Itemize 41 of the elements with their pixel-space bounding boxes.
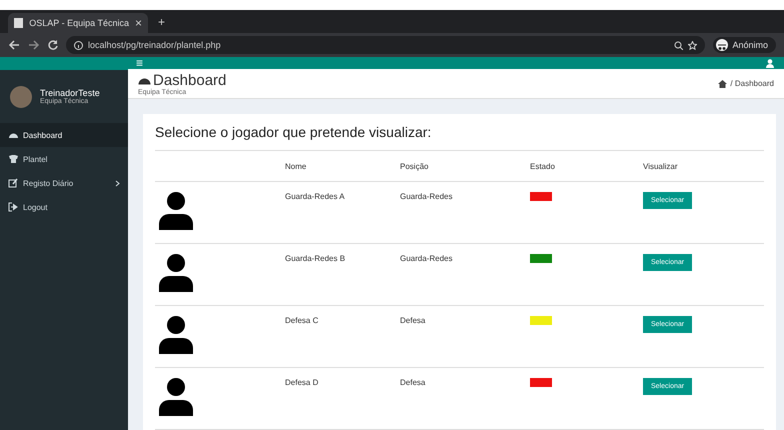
browser-tab[interactable]: OSLAP - Equipa Técnica ×: [8, 13, 148, 33]
table-cell: Defesa C: [285, 306, 400, 368]
home-icon: [718, 80, 728, 88]
logout-icon: [8, 202, 18, 212]
breadcrumb-link[interactable]: / Dashboard: [730, 79, 774, 88]
menu-toggle-button[interactable]: ≡: [136, 57, 144, 69]
page-title: Dashboard: [153, 72, 226, 88]
table-cell: Defesa D: [285, 368, 400, 430]
table-cell: Guarda-Redes: [400, 182, 530, 244]
column-header: Estado: [530, 151, 643, 182]
column-header: Nome: [285, 151, 400, 182]
sidebar-item[interactable]: Registo Diário: [0, 171, 128, 195]
table-cell: Defesa: [400, 306, 530, 368]
table-cell: Guarda-Redes: [400, 244, 530, 306]
incognito-icon: [716, 39, 728, 51]
sidebar-item[interactable]: Logout: [0, 195, 128, 219]
address-bar[interactable]: localhost/pg/treinador/plantel.php: [66, 36, 706, 54]
table-cell: Guarda-Redes B: [285, 244, 400, 306]
column-header: Visualizar: [643, 151, 764, 182]
card-title: Selecione o jogador que pretende visualizar:: [155, 124, 764, 151]
star-icon[interactable]: [688, 40, 698, 50]
sidebar-item[interactable]: Plantel: [0, 147, 128, 171]
user-name: TreinadorTeste: [40, 88, 100, 98]
forward-arrow-icon[interactable]: [28, 40, 40, 50]
info-icon: [74, 40, 83, 50]
favicon-icon: [14, 18, 24, 28]
tab-title: OSLAP - Equipa Técnica: [29, 18, 129, 28]
user-avatar: [10, 86, 32, 108]
shirt-icon: [8, 154, 18, 164]
column-header: Posição: [400, 151, 530, 182]
user-icon[interactable]: [766, 58, 774, 68]
zoom-icon[interactable]: [674, 40, 684, 50]
sidebar-item[interactable]: Dashboard: [0, 123, 128, 147]
new-tab-button[interactable]: +: [158, 14, 166, 28]
reload-icon[interactable]: [48, 40, 58, 50]
profile-button[interactable]: Anónimo: [713, 37, 776, 53]
table-cell: Defesa: [400, 368, 530, 430]
tab-close-button[interactable]: ×: [134, 16, 142, 30]
edit-icon: [8, 178, 18, 188]
back-arrow-icon[interactable]: [8, 40, 20, 50]
table-cell: Guarda-Redes A: [285, 182, 400, 244]
